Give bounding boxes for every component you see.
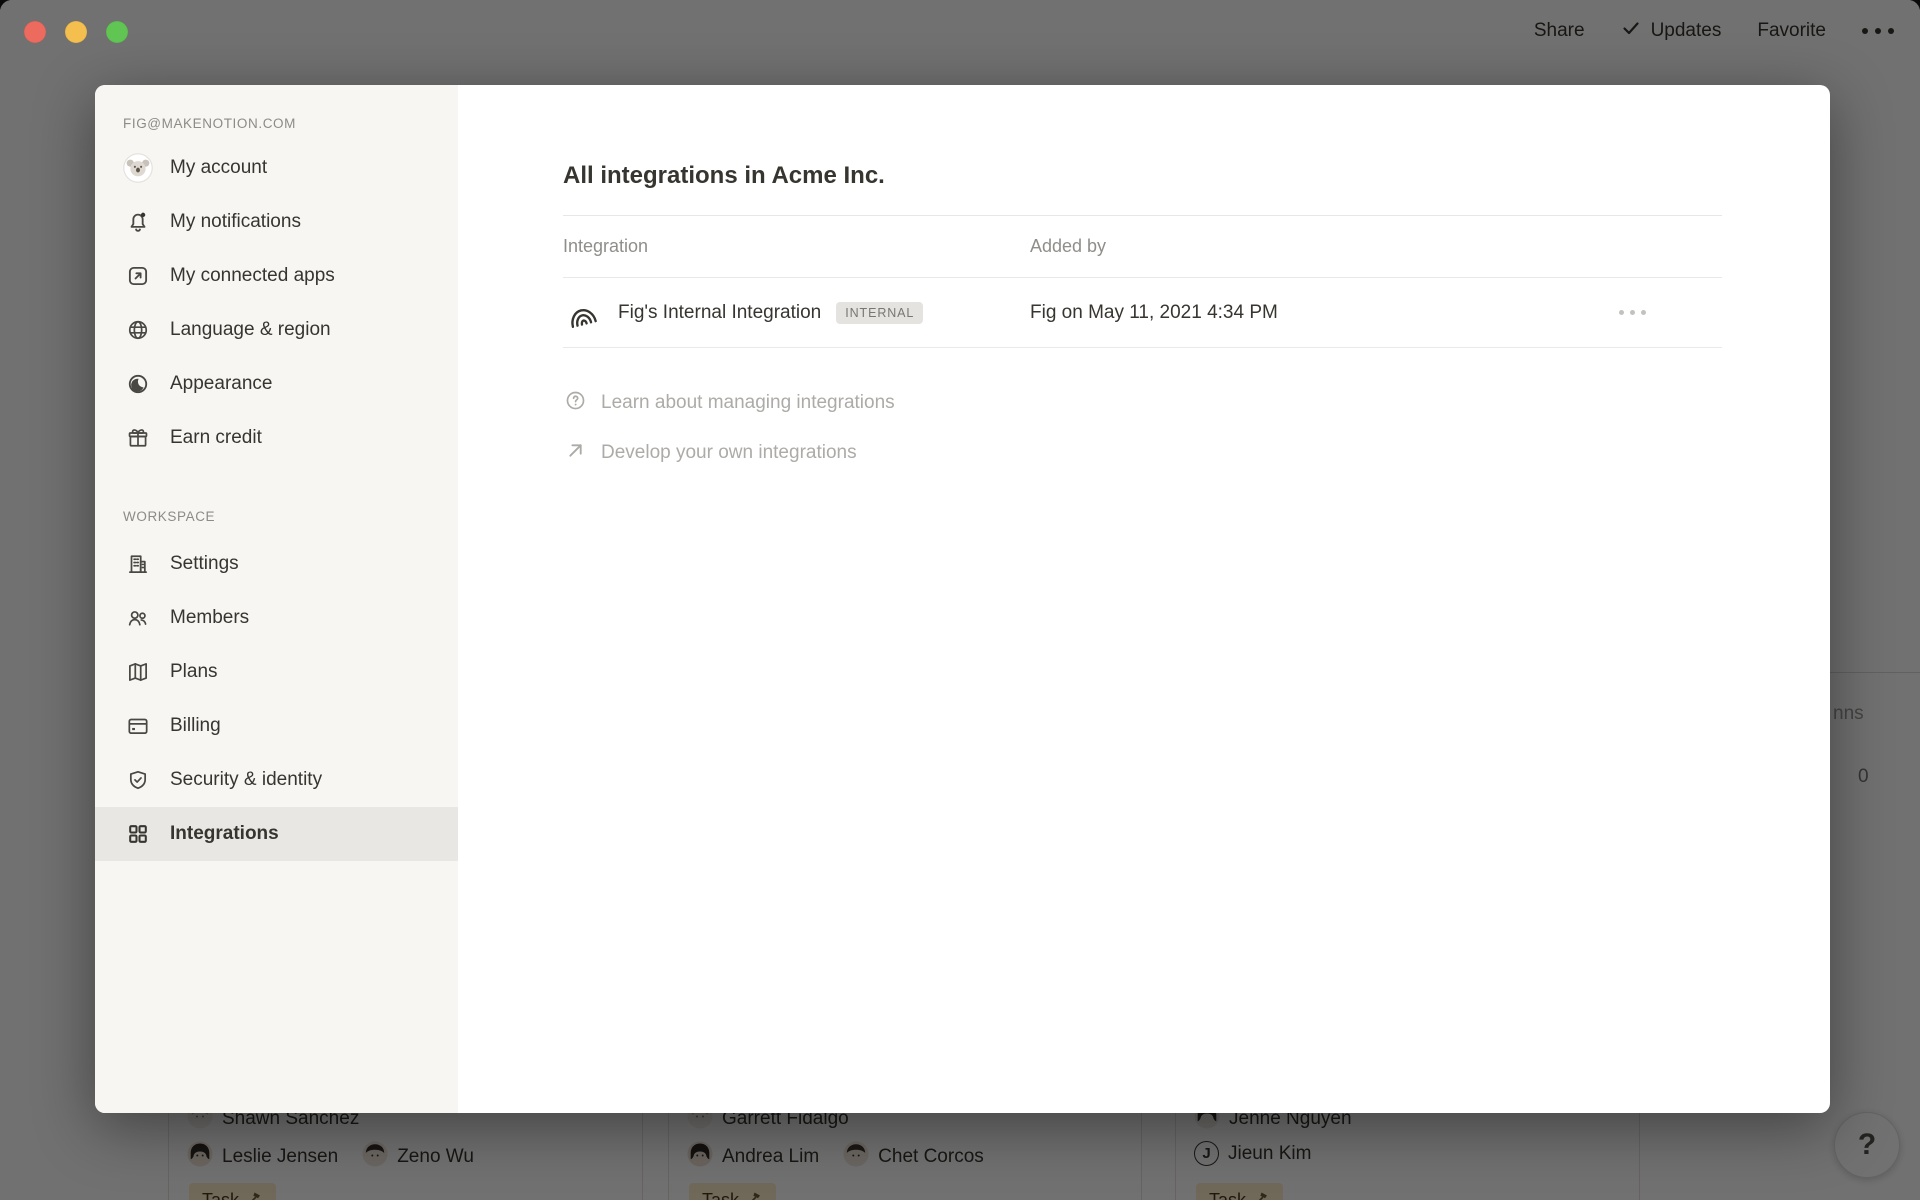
sidebar-item-label: Appearance <box>170 373 272 395</box>
integrations-panel: All integrations in Acme Inc. Integratio… <box>458 85 1830 1113</box>
credit-card-icon <box>123 711 153 741</box>
sidebar-item-label: Plans <box>170 661 218 683</box>
sidebar-item-label: Earn credit <box>170 427 262 449</box>
close-button[interactable] <box>24 21 46 43</box>
column-header-integration: Integration <box>563 236 1030 257</box>
connected-apps-icon <box>123 261 153 291</box>
members-icon <box>123 603 153 633</box>
sidebar-item-security-identity[interactable]: Security & identity <box>95 753 458 807</box>
koala-avatar-icon <box>123 153 153 183</box>
sidebar-item-settings[interactable]: Settings <box>95 537 458 591</box>
sidebar-item-members[interactable]: Members <box>95 591 458 645</box>
integration-name: Fig's Internal Integration <box>618 302 821 324</box>
table-header: Integration Added by <box>563 216 1722 278</box>
sidebar-item-earn-credit[interactable]: Earn credit <box>95 411 458 465</box>
map-icon <box>123 657 153 687</box>
sidebar-item-label: Members <box>170 607 249 629</box>
shield-check-icon <box>123 765 153 795</box>
link-label: Learn about managing integrations <box>601 392 895 414</box>
help-circle-icon <box>563 388 588 419</box>
sidebar-item-label: My account <box>170 157 267 179</box>
window-controls <box>24 21 128 43</box>
gift-icon <box>123 423 153 453</box>
grid-icon <box>123 819 153 849</box>
sidebar-item-my-connected-apps[interactable]: My connected apps <box>95 249 458 303</box>
arrow-up-right-icon <box>563 438 588 469</box>
sidebar-item-label: Billing <box>170 715 221 737</box>
sidebar-item-label: Settings <box>170 553 239 575</box>
develop-integrations-link[interactable]: Develop your own integrations <box>563 428 1722 478</box>
account-email-label: FIG@MAKENOTION.COM <box>95 115 458 133</box>
sidebar-item-appearance[interactable]: Appearance <box>95 357 458 411</box>
sidebar-item-plans[interactable]: Plans <box>95 645 458 699</box>
minimize-button[interactable] <box>65 21 87 43</box>
internal-badge: INTERNAL <box>836 302 923 324</box>
sidebar-item-language-region[interactable]: Language & region <box>95 303 458 357</box>
bell-icon <box>123 207 153 237</box>
link-label: Develop your own integrations <box>601 442 857 464</box>
sidebar-item-billing[interactable]: Billing <box>95 699 458 753</box>
zoom-button[interactable] <box>106 21 128 43</box>
settings-modal: FIG@MAKENOTION.COM My account My notific… <box>95 85 1830 1113</box>
footer-links: Learn about managing integrations Develo… <box>563 378 1722 478</box>
integration-row[interactable]: Fig's Internal Integration INTERNAL Fig … <box>563 278 1722 348</box>
building-icon <box>123 549 153 579</box>
page-title: All integrations in Acme Inc. <box>563 85 1722 192</box>
fig-arcs-logo-icon <box>563 288 601 338</box>
workspace-section-label: WORKSPACE <box>95 508 458 526</box>
sidebar-item-integrations[interactable]: Integrations <box>95 807 458 861</box>
moon-circle-icon <box>123 369 153 399</box>
learn-integrations-link[interactable]: Learn about managing integrations <box>563 378 1722 428</box>
sidebar-item-my-notifications[interactable]: My notifications <box>95 195 458 249</box>
sidebar-item-label: Integrations <box>170 823 279 845</box>
sidebar-item-label: My connected apps <box>170 265 335 287</box>
column-header-added-by: Added by <box>1030 236 1607 257</box>
sidebar-item-label: My notifications <box>170 211 301 233</box>
row-more-icon[interactable] <box>1607 310 1722 315</box>
sidebar-item-label: Language & region <box>170 319 331 341</box>
sidebar-item-my-account[interactable]: My account <box>95 141 458 195</box>
settings-sidebar: FIG@MAKENOTION.COM My account My notific… <box>95 85 458 1113</box>
integration-added-by: Fig on May 11, 2021 4:34 PM <box>1030 302 1607 324</box>
globe-icon <box>123 315 153 345</box>
sidebar-item-label: Security & identity <box>170 769 322 791</box>
app-window: Share Updates Favorite Shawn Sanchez <box>0 0 1920 1200</box>
